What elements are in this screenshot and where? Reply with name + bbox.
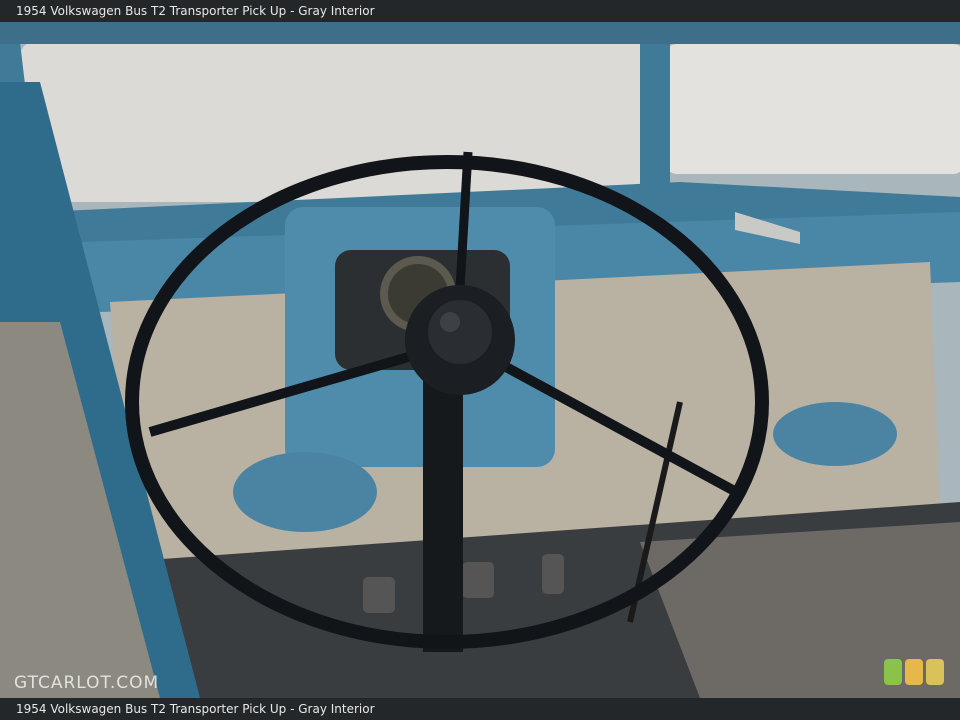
right-seat-bolster [773, 402, 897, 466]
watermark: GTCARLOT.COM [14, 673, 160, 693]
pedal [363, 577, 395, 613]
interior-photo [0, 22, 960, 698]
steering-column [423, 352, 463, 652]
swatch-yellow [926, 659, 944, 685]
pedal [542, 554, 564, 594]
left-seat-bolster [233, 452, 377, 532]
page-title: 1954 Volkswagen Bus T2 Transporter Pick … [0, 0, 960, 22]
windshield-right [665, 44, 960, 174]
swatch-green [884, 659, 902, 685]
pedal [462, 562, 494, 598]
photo-caption: 1954 Volkswagen Bus T2 Transporter Pick … [0, 698, 960, 720]
swatch-amber [905, 659, 923, 685]
color-swatches [884, 659, 946, 687]
